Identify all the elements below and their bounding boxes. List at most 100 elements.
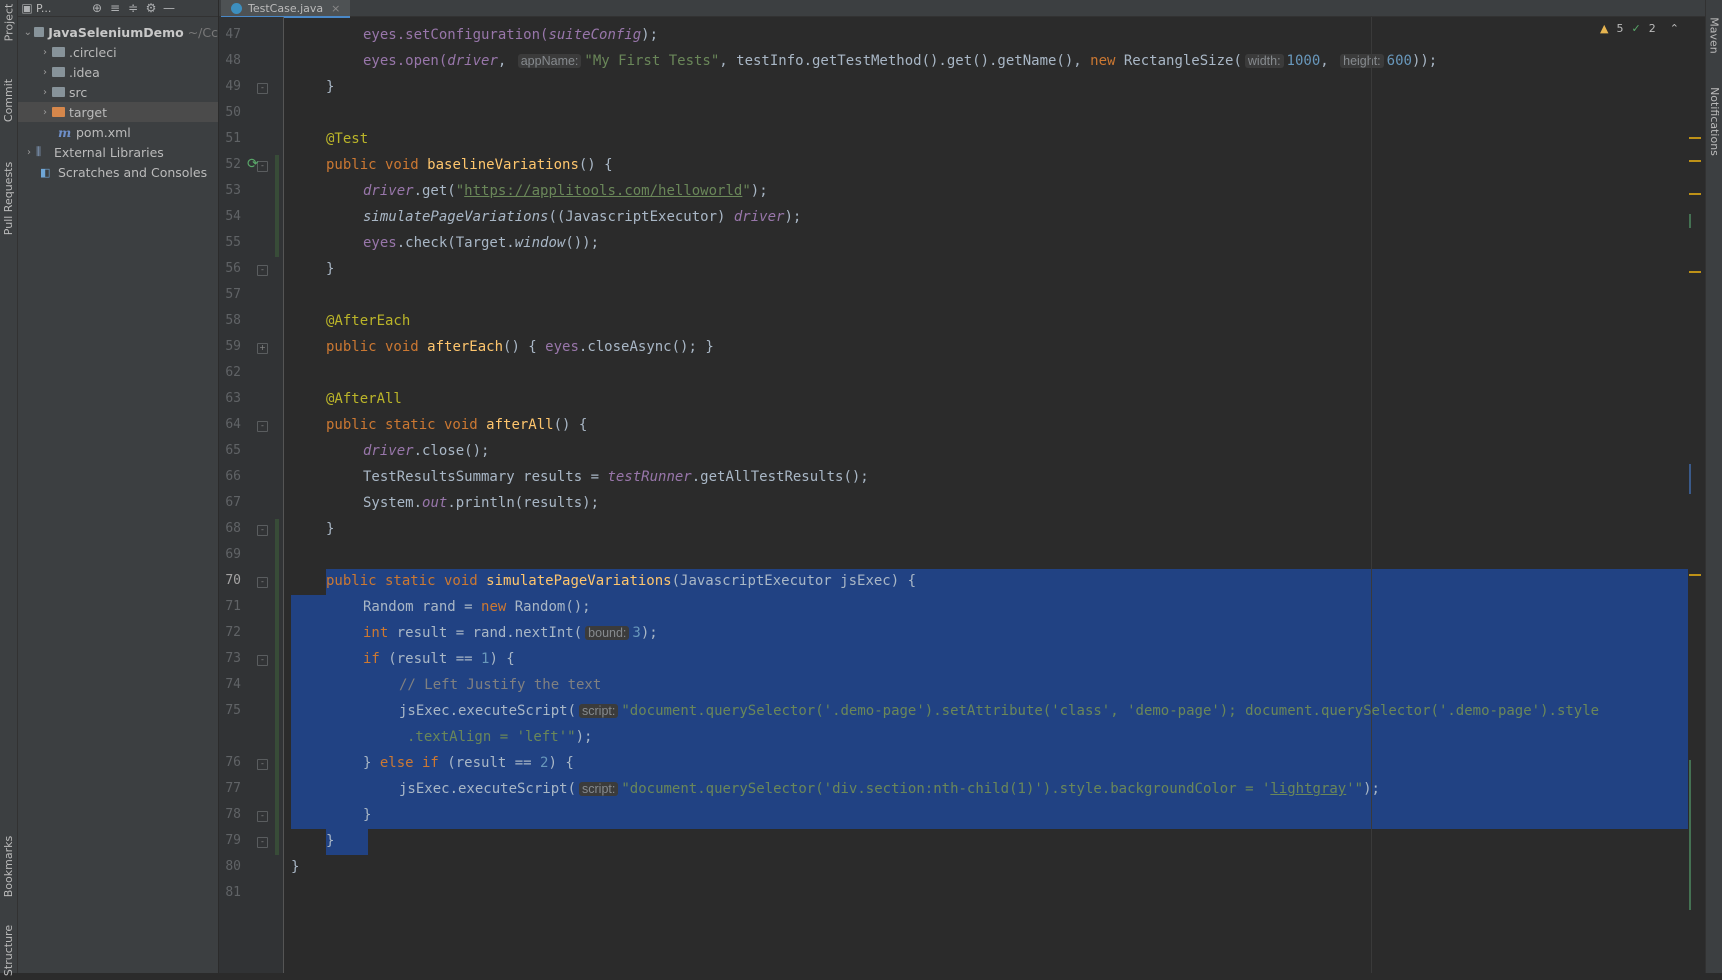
line-number[interactable]: 65 bbox=[219, 443, 241, 458]
vcs-change-marker[interactable] bbox=[275, 519, 279, 855]
line-number[interactable]: 77 bbox=[219, 781, 241, 796]
code-line-78: } bbox=[363, 807, 372, 823]
line-number[interactable]: 78 bbox=[219, 807, 241, 822]
hide-panel-icon[interactable]: — bbox=[160, 1, 178, 15]
error-stripe-mark[interactable] bbox=[1689, 574, 1701, 576]
project-toolwindow-tab[interactable]: Project bbox=[0, 0, 17, 44]
structure-toolwindow-tab[interactable]: Structure bbox=[0, 920, 17, 980]
fold-marker-icon[interactable]: - bbox=[257, 811, 268, 822]
fold-marker-icon[interactable]: - bbox=[257, 265, 268, 276]
error-stripe-mark[interactable] bbox=[1689, 137, 1701, 139]
line-number[interactable]: 51 bbox=[219, 131, 241, 146]
line-number[interactable]: 75 bbox=[219, 703, 241, 718]
chevron-right-icon[interactable]: › bbox=[38, 107, 52, 118]
project-panel-header: ▣ P... ⊕ ≡ ≑ ⚙ — bbox=[18, 0, 218, 17]
tree-item-external-libraries[interactable]: › ⫼ External Libraries bbox=[18, 142, 218, 162]
line-number[interactable]: 47 bbox=[219, 27, 241, 42]
line-number[interactable]: 72 bbox=[219, 625, 241, 640]
code-editor[interactable]: eyes.setConfiguration(suiteConfig); eyes… bbox=[284, 17, 1688, 973]
line-number[interactable]: 57 bbox=[219, 287, 241, 302]
inspection-widget[interactable]: ▲5 ✓2 ⌃ ⌄ bbox=[1600, 22, 1696, 35]
tree-item-project-root[interactable]: ⌄ JavaSeleniumDemo ~/Cc bbox=[18, 22, 218, 42]
change-stripe-mark[interactable] bbox=[1689, 214, 1691, 228]
close-icon[interactable]: × bbox=[331, 2, 340, 15]
line-number[interactable]: 49 bbox=[219, 79, 241, 94]
change-stripe-mark[interactable] bbox=[1689, 760, 1691, 910]
fold-marker-icon[interactable]: - bbox=[257, 525, 268, 536]
line-number[interactable]: 81 bbox=[219, 885, 241, 900]
tab-testcase-java[interactable]: TestCase.java × bbox=[221, 0, 351, 18]
tree-item-circleci[interactable]: › .circleci bbox=[18, 42, 218, 62]
chevron-up-icon[interactable]: ⌃ bbox=[1670, 22, 1679, 35]
maven-toolwindow-tab[interactable]: Maven bbox=[1706, 10, 1722, 60]
warning-icon: ▲ bbox=[1600, 22, 1609, 35]
pull-requests-toolwindow-tab[interactable]: Pull Requests bbox=[0, 152, 17, 244]
url-link: https://applitools.com/helloworld bbox=[464, 183, 743, 199]
code-line-47: eyes.setConfiguration(suiteConfig); bbox=[363, 27, 659, 43]
fold-marker-icon[interactable]: - bbox=[257, 655, 268, 666]
line-number[interactable]: 67 bbox=[219, 495, 241, 510]
fold-marker-icon[interactable]: - bbox=[257, 83, 268, 94]
line-number[interactable]: 52 bbox=[219, 157, 241, 172]
locate-file-icon[interactable]: ⊕ bbox=[88, 1, 106, 15]
chevron-down-icon[interactable]: ⌄ bbox=[22, 27, 34, 38]
chevron-right-icon[interactable]: › bbox=[38, 87, 52, 98]
line-number[interactable]: 66 bbox=[219, 469, 241, 484]
line-number[interactable]: 74 bbox=[219, 677, 241, 692]
project-view-icon[interactable]: ▣ bbox=[18, 1, 36, 15]
line-number[interactable]: 70 bbox=[219, 573, 241, 588]
fold-marker-icon[interactable]: - bbox=[257, 759, 268, 770]
fold-marker-icon[interactable]: - bbox=[257, 837, 268, 848]
line-number[interactable]: 62 bbox=[219, 365, 241, 380]
param-hint: appName: bbox=[517, 54, 582, 68]
warning-count: 5 bbox=[1616, 22, 1624, 35]
line-number[interactable]: 71 bbox=[219, 599, 241, 614]
line-number[interactable]: 63 bbox=[219, 391, 241, 406]
error-stripe-mark[interactable] bbox=[1689, 193, 1701, 195]
run-test-icon[interactable]: ⟳ bbox=[247, 156, 259, 172]
line-number[interactable]: 58 bbox=[219, 313, 241, 328]
chevron-right-icon[interactable]: › bbox=[38, 67, 52, 78]
notifications-toolwindow-tab[interactable]: Notifications bbox=[1706, 78, 1722, 164]
tree-item-pom[interactable]: m pom.xml bbox=[18, 122, 218, 142]
code-line-55: eyes.check(Target.window()); bbox=[363, 235, 600, 251]
chevron-right-icon[interactable]: › bbox=[22, 147, 36, 158]
line-number[interactable]: 55 bbox=[219, 235, 241, 250]
editor-tab-bar: TestCase.java × bbox=[219, 0, 1722, 18]
line-number[interactable]: 79 bbox=[219, 833, 241, 848]
vcs-change-marker[interactable] bbox=[275, 155, 279, 257]
change-stripe-mark[interactable] bbox=[1689, 464, 1691, 494]
tree-item-scratches[interactable]: ◧ Scratches and Consoles bbox=[18, 162, 218, 182]
tree-item-target[interactable]: › target bbox=[18, 102, 218, 122]
fold-marker-icon[interactable]: - bbox=[257, 421, 268, 432]
project-panel-title[interactable]: P... bbox=[36, 2, 88, 15]
line-number[interactable]: 56 bbox=[219, 261, 241, 276]
tree-item-label: JavaSeleniumDemo bbox=[48, 24, 184, 40]
line-number[interactable]: 73 bbox=[219, 651, 241, 666]
expand-all-icon[interactable]: ≡ bbox=[106, 1, 124, 15]
code-line-56: } bbox=[326, 261, 335, 277]
tree-item-idea[interactable]: › .idea bbox=[18, 62, 218, 82]
line-number[interactable]: 69 bbox=[219, 547, 241, 562]
chevron-right-icon[interactable]: › bbox=[38, 47, 52, 58]
line-number[interactable]: 54 bbox=[219, 209, 241, 224]
tree-item-label: target bbox=[69, 104, 108, 120]
gear-icon[interactable]: ⚙ bbox=[142, 1, 160, 15]
fold-marker-icon[interactable]: - bbox=[257, 577, 268, 588]
collapse-all-icon[interactable]: ≑ bbox=[124, 1, 142, 15]
error-stripe-mark[interactable] bbox=[1689, 160, 1701, 162]
line-number[interactable]: 48 bbox=[219, 53, 241, 68]
bookmarks-toolwindow-tab[interactable]: Bookmarks bbox=[0, 826, 17, 906]
line-number[interactable]: 59 bbox=[219, 339, 241, 354]
fold-marker-icon[interactable]: + bbox=[257, 343, 268, 354]
commit-toolwindow-tab[interactable]: Commit bbox=[0, 72, 17, 128]
tree-item-label: External Libraries bbox=[54, 144, 164, 160]
line-number[interactable]: 53 bbox=[219, 183, 241, 198]
line-number[interactable]: 68 bbox=[219, 521, 241, 536]
line-number[interactable]: 80 bbox=[219, 859, 241, 874]
line-number[interactable]: 64 bbox=[219, 417, 241, 432]
error-stripe-mark[interactable] bbox=[1689, 271, 1701, 273]
tree-item-src[interactable]: › src bbox=[18, 82, 218, 102]
line-number[interactable]: 50 bbox=[219, 105, 241, 120]
line-number[interactable]: 76 bbox=[219, 755, 241, 770]
